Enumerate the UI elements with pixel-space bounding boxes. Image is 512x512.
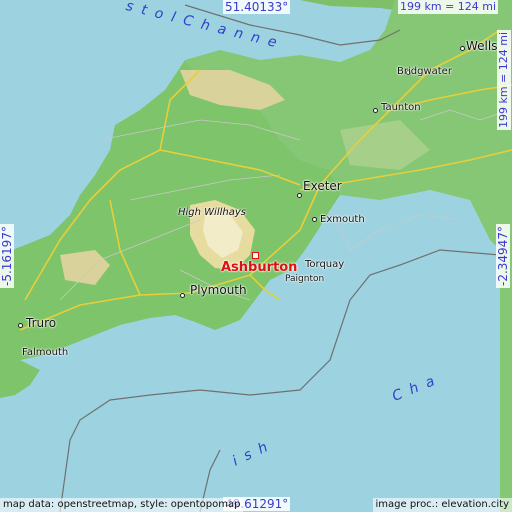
city-label-exeter: Exeter (303, 179, 342, 193)
city-label-plymouth: Plymouth (190, 283, 247, 297)
cornwall-tip (0, 360, 40, 398)
exmouth-pin-icon (312, 217, 317, 222)
coord-right: -2.34947° (496, 224, 510, 288)
footer-credit-map: map data: openstreetmap, style: opentopo… (0, 498, 244, 512)
taunton-pin-icon (373, 108, 378, 113)
wells-pin-icon (460, 46, 465, 51)
map-view[interactable]: s t o l C h a n n e C h a i s h Wells Br… (0, 0, 512, 512)
city-label-truro: Truro (26, 316, 57, 330)
city-label-bridgwater: Bridgwater (397, 66, 452, 77)
scale-vertical: 199 km = 124 mi (497, 29, 511, 130)
city-label-torquay: Torquay (305, 259, 345, 270)
footer-credit-image: image proc.: elevation.city (372, 498, 512, 512)
target-marker-icon[interactable] (252, 252, 259, 259)
exeter-pin-icon (297, 193, 302, 198)
truro-pin-icon (18, 323, 23, 328)
city-label-wells: Wells (466, 39, 498, 53)
peak-label-high-willhays: High Willhays (178, 207, 246, 218)
city-label-falmouth: Falmouth (22, 347, 69, 358)
coord-left: -5.16197° (0, 224, 14, 288)
city-label-taunton: Taunton (381, 102, 421, 113)
target-label[interactable]: Ashburton (221, 261, 297, 274)
city-label-exmouth: Exmouth (320, 214, 365, 225)
coord-top: 51.40133° (223, 0, 291, 14)
plymouth-pin-icon (180, 293, 185, 298)
scale-horizontal: 199 km = 124 mi (398, 0, 499, 14)
